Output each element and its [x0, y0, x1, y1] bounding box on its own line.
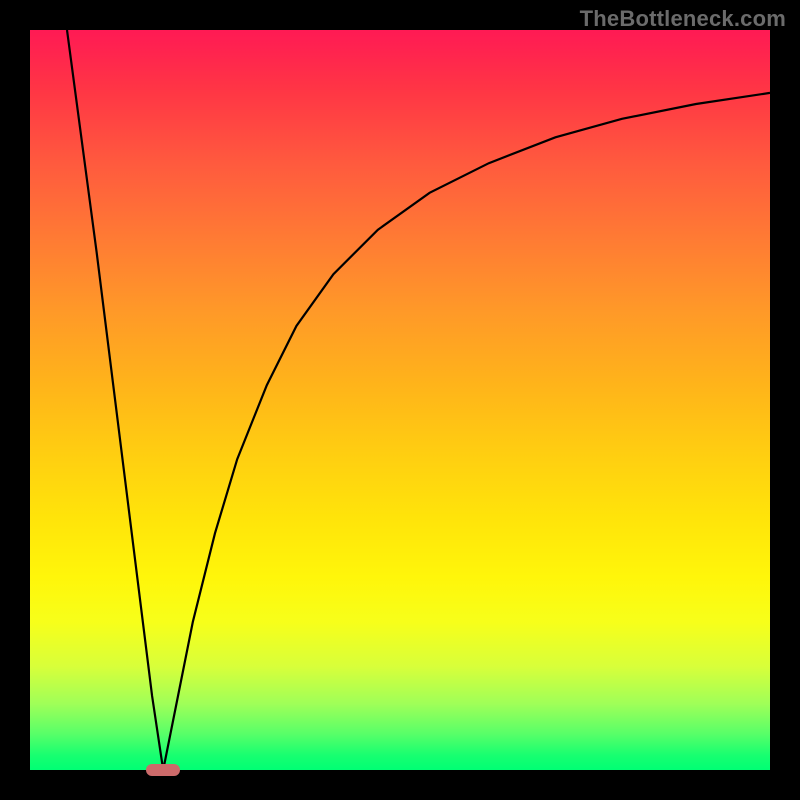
plot-area	[30, 30, 770, 770]
right-branch-curve	[163, 93, 770, 770]
curve-layer	[30, 30, 770, 770]
left-branch-curve	[67, 30, 163, 770]
chart-frame: TheBottleneck.com	[0, 0, 800, 800]
optimal-marker	[146, 764, 180, 776]
watermark-text: TheBottleneck.com	[580, 6, 786, 32]
